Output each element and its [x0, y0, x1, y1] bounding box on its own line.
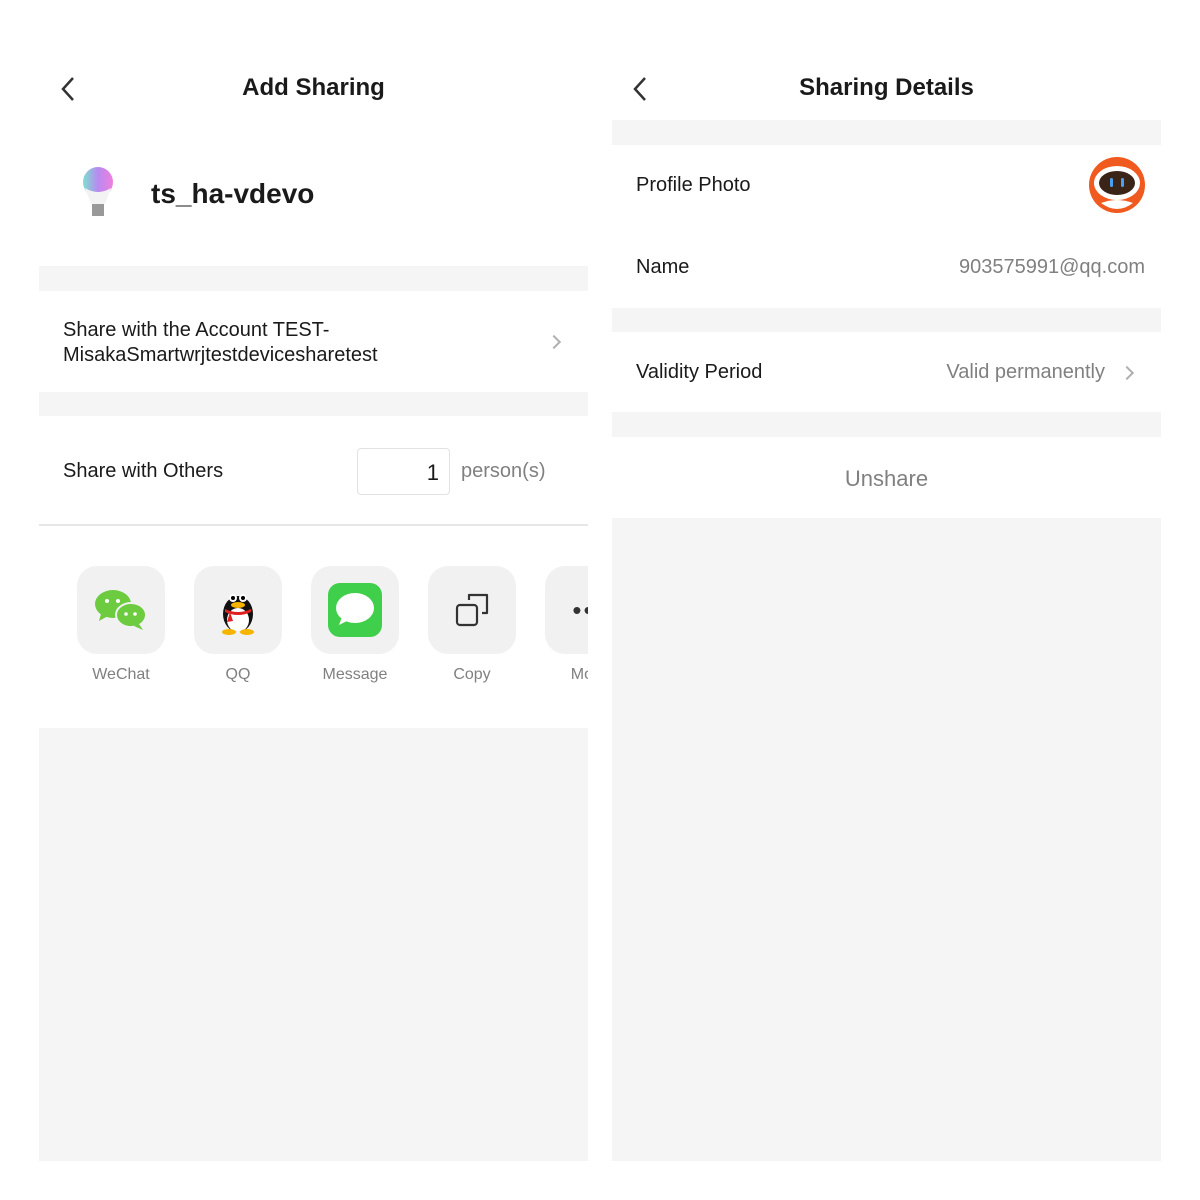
validity-period-row[interactable]: Validity Period Valid permanently — [612, 332, 1161, 412]
person-unit-label: person(s) — [461, 460, 546, 482]
share-with-account-label: Share with the Account TEST-MisakaSmartw… — [63, 319, 378, 366]
profile-photo-label: Profile Photo — [636, 174, 751, 196]
share-options: WeChat QQ Message Copy ••• More — [39, 540, 588, 728]
section-divider — [612, 308, 1161, 332]
share-with-others-label: Share with Others — [63, 460, 224, 482]
share-label: WeChat — [92, 666, 150, 683]
share-wechat-button[interactable]: WeChat — [77, 566, 165, 684]
share-label: QQ — [225, 666, 251, 683]
share-label: More — [570, 666, 588, 683]
divider — [39, 524, 588, 526]
name-label: Name — [636, 256, 690, 278]
empty-area — [612, 518, 1161, 1161]
qq-penguin-icon — [222, 594, 254, 635]
person-count-input[interactable]: 1 — [357, 448, 450, 495]
more-icon: ••• — [572, 594, 588, 625]
section-divider — [39, 392, 588, 416]
chevron-right-icon — [1119, 365, 1135, 381]
share-with-account-row[interactable]: Share with the Account TEST-MisakaSmartw… — [39, 291, 588, 392]
share-label: Message — [322, 666, 388, 683]
share-copy-button[interactable]: Copy — [428, 566, 516, 684]
sharing-details-screen: Sharing Details Profile Photo Name 90357… — [612, 0, 1161, 1161]
section-divider — [39, 266, 588, 291]
validity-period-value: Valid permanently — [946, 361, 1105, 383]
copy-icon — [455, 593, 489, 627]
light-bulb-icon — [83, 167, 113, 216]
share-qq-button[interactable]: QQ — [194, 566, 282, 684]
page-title: Add Sharing — [242, 74, 385, 101]
share-label: Copy — [453, 666, 491, 683]
unshare-button[interactable]: Unshare — [612, 437, 1161, 518]
message-icon — [328, 583, 382, 637]
empty-area — [39, 728, 588, 1161]
device-name: ts_ha-vdevo — [151, 178, 315, 209]
section-divider — [612, 120, 1161, 145]
validity-period-label: Validity Period — [636, 361, 763, 383]
section-divider — [612, 412, 1161, 437]
name-value: 903575991@qq.com — [959, 256, 1145, 278]
add-sharing-screen: Add Sharing ts_ha-vdevo Share with the A… — [39, 0, 588, 1161]
share-more-button[interactable]: ••• More — [545, 566, 588, 684]
chevron-right-icon — [546, 334, 562, 350]
page-title: Sharing Details — [799, 74, 974, 101]
share-message-button[interactable]: Message — [311, 566, 399, 684]
avatar[interactable] — [1087, 155, 1147, 215]
wechat-icon — [95, 590, 147, 630]
